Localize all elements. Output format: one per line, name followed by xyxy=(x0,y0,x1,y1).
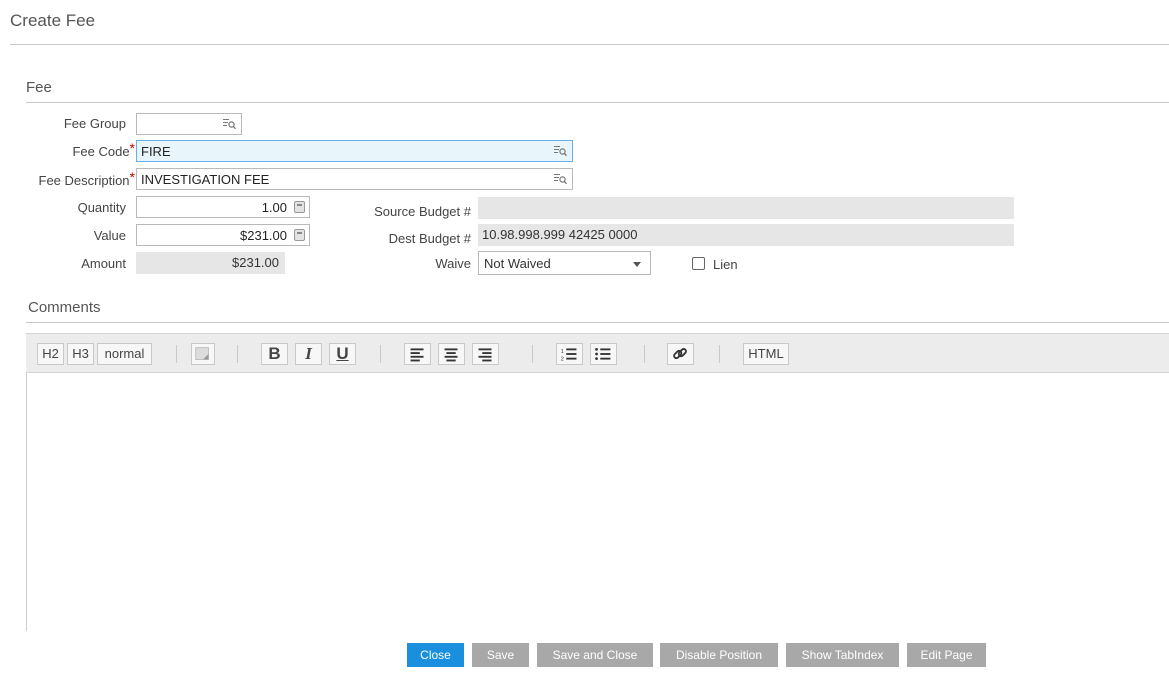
value-label: Value xyxy=(93,228,126,243)
h2-button[interactable]: H2 xyxy=(37,343,64,365)
comments-section-divider xyxy=(26,322,1169,323)
ordered-list-icon: 1 2 xyxy=(561,348,577,362)
normal-button[interactable]: normal xyxy=(97,343,152,365)
fee-description-input[interactable]: INVESTIGATION FEE xyxy=(136,168,573,190)
align-center-icon xyxy=(444,348,458,362)
fee-group-input[interactable] xyxy=(136,113,242,135)
align-right-button[interactable] xyxy=(472,343,499,365)
h3-button[interactable]: H3 xyxy=(67,343,94,365)
page-title: Create Fee xyxy=(10,11,96,30)
align-center-button[interactable] xyxy=(438,343,465,365)
header-divider xyxy=(10,44,1169,45)
color-swatch-icon xyxy=(195,347,209,360)
lien-checkbox[interactable] xyxy=(692,257,705,270)
chevron-down-icon xyxy=(633,262,641,267)
quantity-value: 1.00 xyxy=(261,200,287,215)
fee-description-label-text: Fee Description xyxy=(38,173,130,188)
amount-readonly: $231.00 xyxy=(136,252,285,274)
waive-select[interactable]: Not Waived xyxy=(478,251,651,275)
bold-button[interactable]: B xyxy=(261,343,288,365)
lookup-icon[interactable] xyxy=(554,173,567,185)
align-left-icon xyxy=(410,348,424,362)
amount-value: $231.00 xyxy=(232,255,279,270)
svg-text:2: 2 xyxy=(561,356,564,362)
unordered-list-icon xyxy=(595,347,611,361)
quantity-input[interactable]: 1.00 xyxy=(136,196,310,218)
fee-section-divider xyxy=(26,102,1169,103)
dest-budget-readonly: 10.98.998.999 42425 0000 xyxy=(478,224,1014,246)
toolbar-separator xyxy=(644,345,645,363)
close-button[interactable]: Close xyxy=(407,643,464,667)
calculator-icon[interactable] xyxy=(294,229,305,241)
value-value: $231.00 xyxy=(240,228,287,243)
link-button[interactable] xyxy=(667,343,694,365)
save-button[interactable]: Save xyxy=(472,643,529,667)
fee-description-value: INVESTIGATION FEE xyxy=(141,172,270,187)
underline-button[interactable]: U xyxy=(329,343,356,365)
required-star: * xyxy=(129,169,135,185)
color-button[interactable] xyxy=(191,343,215,365)
fee-group-label: Fee Group xyxy=(63,116,126,131)
calculator-icon[interactable] xyxy=(294,201,305,213)
show-tabindex-button[interactable]: Show TabIndex xyxy=(786,643,899,667)
source-budget-label: Source Budget # xyxy=(374,204,471,219)
edit-page-button[interactable]: Edit Page xyxy=(907,643,986,667)
lookup-icon[interactable] xyxy=(554,145,567,157)
toolbar-separator xyxy=(380,345,381,363)
dest-budget-label: Dest Budget # xyxy=(388,231,471,246)
source-budget-readonly xyxy=(478,197,1014,219)
link-icon xyxy=(673,348,687,360)
editor-toolbar: H2 H3 normal B I U 1 2 HTML xyxy=(26,333,1169,373)
svg-text:1: 1 xyxy=(561,349,564,355)
dest-budget-value: 10.98.998.999 42425 0000 xyxy=(482,227,638,242)
save-and-close-button[interactable]: Save and Close xyxy=(537,643,653,667)
toolbar-separator xyxy=(176,345,177,363)
toolbar-separator xyxy=(532,345,533,363)
comments-section-title: Comments xyxy=(28,299,101,316)
quantity-label: Quantity xyxy=(77,200,126,215)
waive-value: Not Waived xyxy=(484,256,551,271)
lien-label: Lien xyxy=(713,257,738,272)
fee-code-value: FIRE xyxy=(141,144,171,159)
disable-position-button[interactable]: Disable Position xyxy=(660,643,778,667)
fee-description-label: Fee Description* xyxy=(38,169,136,188)
align-right-icon xyxy=(478,348,492,362)
ordered-list-button[interactable]: 1 2 xyxy=(556,343,583,365)
required-star: * xyxy=(129,140,135,156)
html-button[interactable]: HTML xyxy=(743,343,789,365)
fee-section-title: Fee xyxy=(26,79,52,96)
fee-code-label: Fee Code* xyxy=(72,140,135,159)
toolbar-separator xyxy=(237,345,238,363)
waive-label: Waive xyxy=(435,256,471,271)
align-left-button[interactable] xyxy=(404,343,431,365)
amount-label: Amount xyxy=(81,256,126,271)
value-input[interactable]: $231.00 xyxy=(136,224,310,246)
comments-editor[interactable] xyxy=(26,373,1169,631)
toolbar-separator xyxy=(719,345,720,363)
italic-button[interactable]: I xyxy=(295,343,322,365)
unordered-list-button[interactable] xyxy=(590,343,617,365)
lookup-icon[interactable] xyxy=(223,118,236,130)
fee-code-input[interactable]: FIRE xyxy=(136,140,573,162)
fee-code-label-text: Fee Code xyxy=(72,144,130,159)
